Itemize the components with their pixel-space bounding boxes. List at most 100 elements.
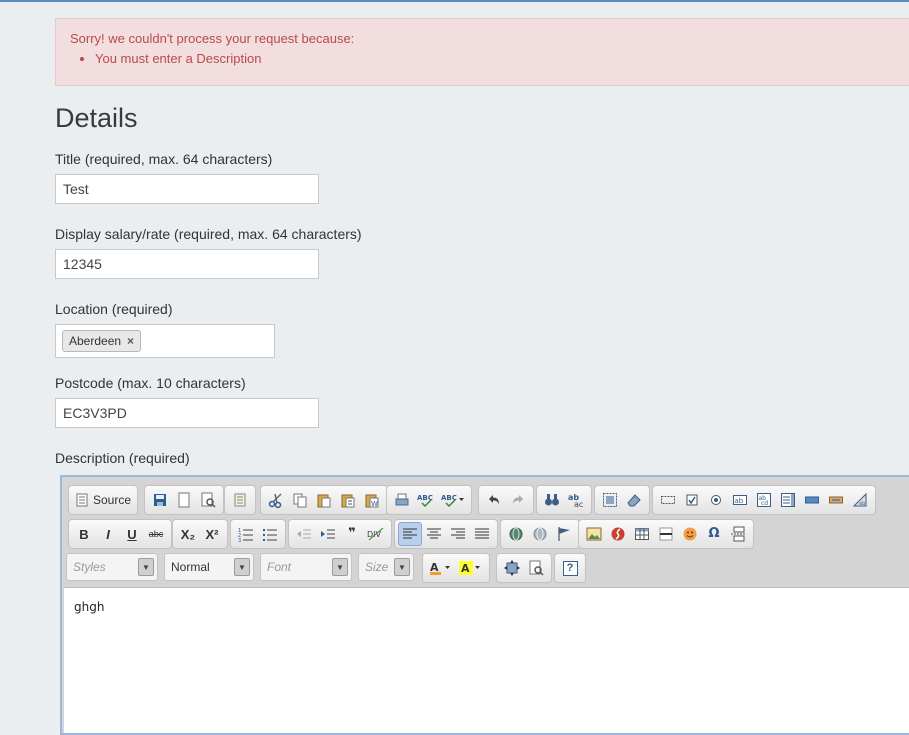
redo-button[interactable] [506, 488, 530, 512]
subscript-button[interactable]: X₂ [176, 522, 200, 546]
location-tag-input[interactable]: Aberdeen × [55, 324, 275, 358]
cut-button[interactable] [264, 488, 288, 512]
document-group [144, 485, 224, 515]
select-all-button[interactable] [598, 488, 622, 512]
form-icon [661, 496, 675, 504]
title-field[interactable] [55, 174, 319, 204]
error-item: You must enter a Description [95, 51, 900, 67]
help-button[interactable]: ? [558, 556, 582, 580]
justify-button[interactable] [470, 522, 494, 546]
size-combo-label: Size [365, 560, 389, 574]
image-button-field-button[interactable] [824, 488, 848, 512]
source-icon [76, 493, 88, 507]
title-label: Title (required, max. 64 characters) [55, 151, 273, 167]
form-button[interactable] [656, 488, 680, 512]
text-color-icon: A [430, 561, 450, 575]
outdent-icon [297, 529, 311, 539]
link-button[interactable] [504, 522, 528, 546]
undo-button[interactable] [482, 488, 506, 512]
spellcheck-as-you-type-button[interactable]: ABC [438, 488, 468, 512]
page-break-button[interactable] [726, 522, 750, 546]
source-group: Source [68, 485, 139, 515]
format-combo[interactable]: Normal ▼ [164, 553, 254, 581]
special-char-button[interactable]: Ω [702, 522, 726, 546]
source-button[interactable]: Source [72, 488, 134, 512]
align-center-icon [427, 528, 441, 539]
show-blocks-button[interactable] [524, 556, 548, 580]
print-icon [395, 493, 409, 506]
paste-button[interactable] [312, 488, 336, 512]
bold-button[interactable]: B [72, 522, 96, 546]
align-right-button[interactable] [446, 522, 470, 546]
indent-button[interactable] [316, 522, 340, 546]
paste-word-button[interactable]: W [360, 488, 384, 512]
image-icon [586, 527, 602, 541]
bulleted-list-button[interactable] [258, 522, 282, 546]
quote-icon: ❞ [348, 526, 356, 541]
chevron-down-icon: ▼ [138, 558, 154, 576]
font-combo[interactable]: Font ▼ [260, 553, 352, 581]
find-button[interactable] [540, 488, 564, 512]
checkbox-button[interactable] [680, 488, 704, 512]
horizontal-rule-button[interactable] [654, 522, 678, 546]
text-field-button[interactable]: ab [728, 488, 752, 512]
radio-icon [711, 495, 721, 505]
error-alert: Sorry! we couldn't process your request … [55, 18, 909, 86]
background-color-icon: A [459, 561, 480, 575]
button-field-icon [805, 496, 819, 504]
salary-field[interactable] [55, 249, 319, 279]
flash-button[interactable] [606, 522, 630, 546]
text-color-button[interactable]: A [426, 556, 456, 580]
link-icon [509, 527, 523, 541]
align-center-button[interactable] [422, 522, 446, 546]
blockquote-button[interactable]: ❞ [340, 522, 364, 546]
help-group: ? [554, 553, 586, 583]
hidden-field-button[interactable]: ab [848, 488, 872, 512]
unlink-button[interactable] [528, 522, 552, 546]
replace-button[interactable]: ab ac [564, 488, 588, 512]
textarea-button[interactable]: ab cd [752, 488, 776, 512]
styles-combo[interactable]: Styles ▼ [66, 553, 158, 581]
paste-text-button[interactable] [336, 488, 360, 512]
remove-tag-icon[interactable]: × [127, 334, 134, 348]
color-group: A A [422, 553, 490, 583]
location-label: Location (required) [55, 301, 173, 317]
editor-content-area[interactable]: ghgh [64, 587, 909, 733]
size-combo[interactable]: Size ▼ [358, 553, 414, 581]
background-color-button[interactable]: A [456, 556, 486, 580]
templates-button[interactable] [228, 488, 252, 512]
font-combo-label: Font [267, 560, 292, 574]
svg-text:cd: cd [761, 500, 768, 507]
copy-button[interactable] [288, 488, 312, 512]
outdent-button[interactable] [292, 522, 316, 546]
select-field-button[interactable] [776, 488, 800, 512]
anchor-button[interactable] [552, 522, 576, 546]
strike-button[interactable]: abc [144, 522, 168, 546]
save-button[interactable] [148, 488, 172, 512]
image-button[interactable] [582, 522, 606, 546]
help-icon: ? [562, 560, 578, 576]
maximize-button[interactable] [500, 556, 524, 580]
button-field-button[interactable] [800, 488, 824, 512]
spellcheck-button[interactable]: ABC [414, 488, 438, 512]
preview-button[interactable] [196, 488, 220, 512]
italic-button[interactable]: I [96, 522, 120, 546]
create-div-button[interactable]: DIV [364, 522, 388, 546]
basic-style-group: B I U abc [68, 519, 172, 549]
salary-label: Display salary/rate (required, max. 64 c… [55, 226, 362, 242]
postcode-field[interactable] [55, 398, 319, 428]
underline-button[interactable]: U [120, 522, 144, 546]
remove-format-button[interactable] [622, 488, 646, 512]
new-page-button[interactable] [172, 488, 196, 512]
table-button[interactable] [630, 522, 654, 546]
numbered-list-button[interactable]: 123 [234, 522, 258, 546]
align-group [394, 519, 498, 549]
print-button[interactable] [390, 488, 414, 512]
align-left-button[interactable] [398, 522, 422, 546]
smiley-button[interactable] [678, 522, 702, 546]
print-spell-group: ABC ABC [386, 485, 472, 515]
paste-text-icon [341, 494, 355, 508]
radio-button[interactable] [704, 488, 728, 512]
superscript-button[interactable]: X² [200, 522, 224, 546]
align-left-icon [403, 528, 417, 539]
